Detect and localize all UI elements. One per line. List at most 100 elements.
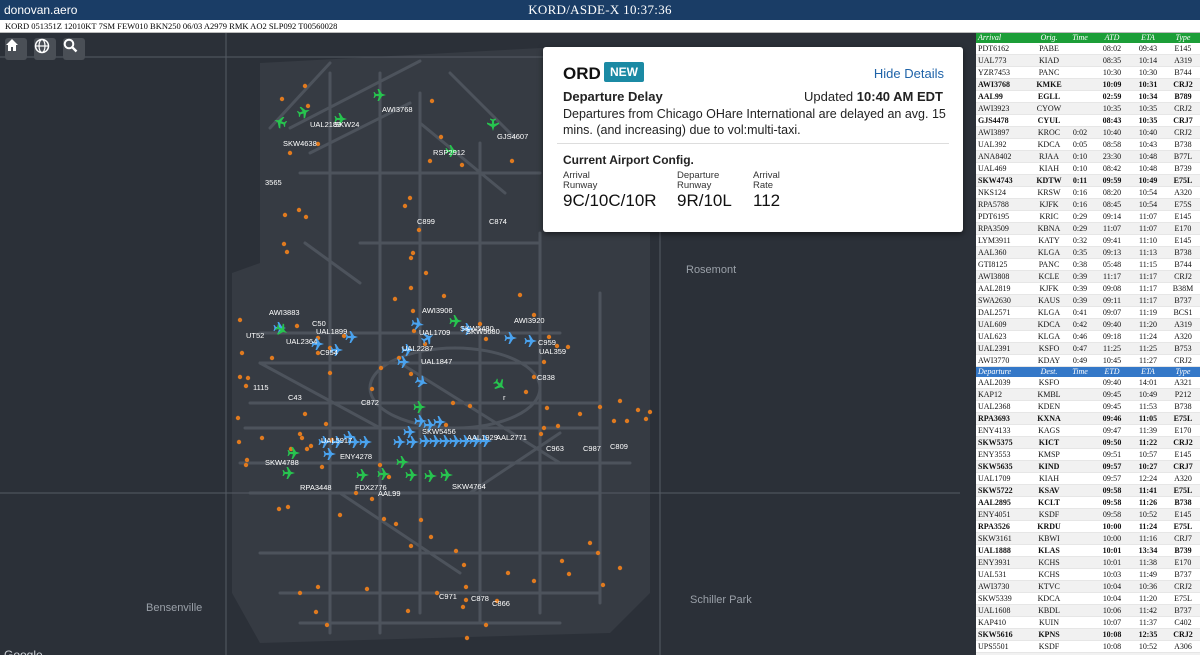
- table-row[interactable]: UAL1888 KLAS 10:01 13:34 B739: [976, 544, 1200, 557]
- aircraft-label: SKW4764: [452, 482, 486, 491]
- departures-cell: UAL1709: [976, 472, 1032, 485]
- departures-col-4[interactable]: ETA: [1130, 367, 1166, 377]
- map-label: C872: [361, 398, 379, 407]
- hide-details-link[interactable]: Hide Details: [874, 66, 944, 81]
- table-row[interactable]: AWI3768 KMKE 10:09 10:31 CRJ2: [976, 78, 1200, 91]
- arrivals-cell: KDTW: [1032, 174, 1066, 187]
- table-row[interactable]: DAL2571 KLGA 0:41 09:07 11:19 BCS1: [976, 306, 1200, 319]
- table-row[interactable]: NKS124 KRSW 0:16 08:20 10:54 A320: [976, 186, 1200, 199]
- table-row[interactable]: SKW5375 KICT 09:50 11:22 CRJ2: [976, 436, 1200, 449]
- departures-cell: 10:03: [1094, 568, 1130, 581]
- departures-cell: E75L: [1166, 484, 1200, 497]
- aircraft-label: C987: [583, 444, 601, 453]
- ground-vehicle: [467, 403, 473, 409]
- table-row[interactable]: RPA5788 KJFK 0:16 08:45 10:54 E75S: [976, 198, 1200, 211]
- airport-code: ORD: [563, 64, 601, 83]
- table-row[interactable]: UAL2368 KDEN 09:45 11:53 B738: [976, 400, 1200, 413]
- ground-vehicle: [408, 371, 414, 377]
- arrivals-cell: 0:38: [1066, 258, 1094, 271]
- ground-vehicle: [408, 285, 414, 291]
- table-row[interactable]: ENY4133 KAGS 09:47 11:39 E170: [976, 424, 1200, 437]
- arrivals-cell: 11:20: [1130, 318, 1166, 331]
- table-row[interactable]: UAL469 KIAH 0:10 08:42 10:48 B739: [976, 162, 1200, 175]
- departures-cell: 09:57: [1094, 472, 1130, 485]
- table-row[interactable]: UAL1709 KIAH 09:57 12:24 A320: [976, 472, 1200, 485]
- table-row[interactable]: ENY3553 KMSP 09:51 10:57 E145: [976, 448, 1200, 461]
- ground-vehicle: [483, 622, 489, 628]
- departures-cell: [1066, 484, 1094, 497]
- table-row[interactable]: AWI3770 KDAY 0:49 10:45 11:27 CRJ2: [976, 354, 1200, 367]
- ground-vehicle: [407, 195, 413, 201]
- ground-vehicle: [237, 317, 243, 323]
- table-row[interactable]: UAL531 KCHS 10:03 11:49 B737: [976, 568, 1200, 581]
- table-row[interactable]: UAL392 KDCA 0:05 08:58 10:43 B738: [976, 138, 1200, 151]
- ground-vehicle: [282, 212, 288, 218]
- table-row[interactable]: LYM3911 KATY 0:32 09:41 11:10 E145: [976, 234, 1200, 247]
- table-row[interactable]: RPA3509 KBNA 0:29 11:07 11:07 E170: [976, 222, 1200, 235]
- ground-vehicle: [463, 584, 469, 590]
- home-icon[interactable]: [5, 38, 27, 60]
- table-row[interactable]: UAL773 KIAD 08:35 10:14 A319: [976, 54, 1200, 67]
- arrivals-col-5[interactable]: Type: [1166, 33, 1200, 43]
- table-row[interactable]: SWA2630 KAUS 0:39 09:11 11:17 B737: [976, 294, 1200, 307]
- table-row[interactable]: RPA3693 KXNA 09:46 11:05 E75L: [976, 412, 1200, 425]
- table-row[interactable]: UAL1608 KBDL 10:06 11:42 B737: [976, 604, 1200, 617]
- departures-col-2[interactable]: Time: [1066, 367, 1094, 377]
- table-row[interactable]: AAL2039 KSFO 09:40 14:01 A321: [976, 377, 1200, 389]
- table-row[interactable]: SKW5722 KSAV 09:58 11:41 E75L: [976, 484, 1200, 497]
- departures-col-3[interactable]: ETD: [1094, 367, 1130, 377]
- arrivals-cell: 10:09: [1094, 78, 1130, 91]
- ground-vehicle: [313, 609, 319, 615]
- table-row[interactable]: SKW5339 KDCA 10:04 11:20 E75L: [976, 592, 1200, 605]
- table-row[interactable]: RPA3526 KRDU 10:00 11:24 E75L: [976, 520, 1200, 533]
- table-row[interactable]: AAL99 EGLL 02:59 10:34 B789: [976, 90, 1200, 103]
- table-row[interactable]: UAL2391 KSFO 0:47 11:25 11:25 B753: [976, 342, 1200, 355]
- departures-cell: KDEN: [1032, 400, 1066, 413]
- table-row[interactable]: SKW4743 KDTW 0:11 09:59 10:49 E75L: [976, 174, 1200, 187]
- table-row[interactable]: AWI3923 CYOW 10:35 10:35 CRJ2: [976, 102, 1200, 115]
- arrivals-col-0[interactable]: Arrival: [976, 33, 1032, 43]
- ground-vehicle: [304, 446, 310, 452]
- arrivals-col-4[interactable]: ETA: [1130, 33, 1166, 43]
- arrivals-col-3[interactable]: ATD: [1094, 33, 1130, 43]
- departures-col-1[interactable]: Dest.: [1032, 367, 1066, 377]
- table-row[interactable]: ANA8402 RJAA 0:10 23:30 10:48 B77L: [976, 150, 1200, 163]
- arrivals-col-2[interactable]: Time: [1066, 33, 1094, 43]
- arrivals-cell: AAL360: [976, 246, 1032, 259]
- table-row[interactable]: AAL2895 KCLT 09:58 11:26 B738: [976, 496, 1200, 509]
- table-row[interactable]: YZR7453 PANC 10:30 10:30 B744: [976, 66, 1200, 79]
- arrivals-cell: PANC: [1032, 258, 1066, 271]
- table-row[interactable]: AWI3897 KROC 0:02 10:40 10:40 CRJ2: [976, 126, 1200, 139]
- table-row[interactable]: AAL360 KLGA 0:35 09:13 11:13 B738: [976, 246, 1200, 259]
- table-row[interactable]: UAL623 KLGA 0:46 09:18 11:24 A320: [976, 330, 1200, 343]
- search-icon[interactable]: [63, 38, 85, 60]
- table-row[interactable]: AAL2819 KJFK 0:39 09:08 11:17 B38M: [976, 282, 1200, 295]
- table-row[interactable]: PDT6195 KRIC 0:29 09:14 11:07 E145: [976, 210, 1200, 223]
- ground-vehicle: [624, 418, 630, 424]
- arrivals-col-1[interactable]: Orig.: [1032, 33, 1066, 43]
- table-row[interactable]: AWI3730 KTVC 10:04 10:36 CRJ2: [976, 580, 1200, 593]
- table-row[interactable]: KAP410 KUIN 10:07 11:37 C402: [976, 616, 1200, 629]
- table-row[interactable]: PDT6162 PABE 08:02 09:43 E145: [976, 43, 1200, 55]
- ground-vehicle: [566, 571, 572, 577]
- arrivals-cell: 08:43: [1094, 114, 1130, 127]
- table-row[interactable]: SKW5635 KIND 09:57 10:27 CRJ7: [976, 460, 1200, 473]
- departures-cell: KSFO: [1032, 377, 1066, 389]
- table-row[interactable]: GTI8125 PANC 0:38 05:48 11:15 B744: [976, 258, 1200, 271]
- table-row[interactable]: AWI3808 KCLE 0:39 11:17 11:17 CRJ2: [976, 270, 1200, 283]
- aircraft-label: SKW24: [334, 120, 359, 129]
- departures-col-0[interactable]: Departure: [976, 367, 1032, 377]
- table-row[interactable]: ENY3931 KCHS 10:01 11:38 E170: [976, 556, 1200, 569]
- table-row[interactable]: KAP12 KMBL 09:45 10:49 P212: [976, 388, 1200, 401]
- ground-vehicle: [611, 418, 617, 424]
- arrivals-cell: 02:59: [1094, 90, 1130, 103]
- ground-vehicle: [544, 405, 550, 411]
- table-row[interactable]: UAL609 KDCA 0:42 09:40 11:20 A319: [976, 318, 1200, 331]
- table-row[interactable]: UPS5501 KSDF 10:08 10:52 A306: [976, 640, 1200, 653]
- globe-icon[interactable]: [34, 38, 56, 60]
- table-row[interactable]: GJS4478 CYUL 08:43 10:35 CRJ7: [976, 114, 1200, 127]
- table-row[interactable]: ENY4051 KSDF 09:58 10:52 E145: [976, 508, 1200, 521]
- table-row[interactable]: SKW5616 KPNS 10:08 12:35 CRJ2: [976, 628, 1200, 641]
- departures-col-5[interactable]: Type: [1166, 367, 1200, 377]
- table-row[interactable]: SKW3161 KBWI 10:00 11:16 CRJ7: [976, 532, 1200, 545]
